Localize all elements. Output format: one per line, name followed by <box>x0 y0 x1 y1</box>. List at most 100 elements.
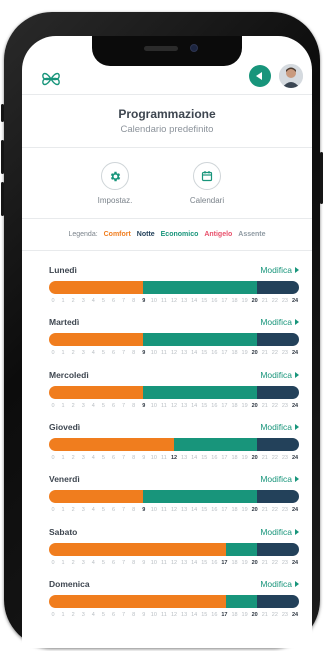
hour-tick: 12 <box>170 559 178 566</box>
schedule-bar[interactable] <box>49 490 299 504</box>
hour-tick: 18 <box>231 402 238 409</box>
day-name: Venerdì <box>49 474 80 485</box>
hour-tick: 24 <box>291 559 299 566</box>
hour-tick: 20 <box>251 559 258 566</box>
hour-tick: 17 <box>221 402 228 409</box>
hour-tick: 22 <box>271 402 278 409</box>
hour-tick: 0 <box>51 402 55 409</box>
hour-tick: 23 <box>281 350 288 357</box>
settings-action[interactable]: Impostaz. <box>75 162 155 205</box>
back-arrow-icon <box>256 72 262 80</box>
schedule-segment-comfort <box>49 490 143 504</box>
hour-tick: 21 <box>261 350 268 357</box>
hour-tick: 8 <box>132 298 136 304</box>
hour-tick: 11 <box>161 507 167 514</box>
day-row-header: Giovedì Modifica <box>49 422 299 434</box>
hour-tick: 20 <box>251 298 258 304</box>
schedule-bar[interactable] <box>49 333 299 347</box>
day-name: Domenica <box>49 578 90 589</box>
hour-tick: 23 <box>281 559 288 566</box>
schedule-bar[interactable] <box>49 437 299 451</box>
hour-tick: 10 <box>150 454 157 461</box>
hour-tick: 7 <box>122 350 126 357</box>
modify-link[interactable]: Modifica <box>260 317 299 327</box>
hour-tick: 1 <box>61 298 65 304</box>
hour-tick: 5 <box>101 350 105 357</box>
hour-tick: 19 <box>241 298 248 304</box>
hour-tick: 13 <box>181 350 188 357</box>
hour-tick: 15 <box>201 611 208 618</box>
hour-tick: 19 <box>241 350 248 357</box>
schedule-bar[interactable] <box>49 385 299 399</box>
schedule-segment-economico <box>226 542 258 556</box>
modify-link[interactable]: Modifica <box>260 265 299 275</box>
hour-tick: 4 <box>91 507 95 514</box>
hour-tick: 13 <box>181 507 188 514</box>
hour-tick: 10 <box>150 402 157 409</box>
hour-tick: 12 <box>170 454 178 461</box>
hour-tick: 10 <box>150 507 157 514</box>
modify-label: Modifica <box>260 317 292 328</box>
hour-tick: 3 <box>81 402 85 409</box>
hour-tick: 16 <box>211 507 218 514</box>
modify-link[interactable]: Modifica <box>260 370 299 380</box>
hour-tick: 14 <box>191 350 198 357</box>
hour-tick: 22 <box>271 559 278 566</box>
hour-tick: 22 <box>271 507 278 514</box>
hour-tick: 22 <box>271 350 278 357</box>
schedule-bar[interactable] <box>49 281 299 294</box>
front-camera <box>190 44 198 52</box>
actions-divider <box>22 218 312 219</box>
day-row: Lunedì Modifica 0 1 2 3 4 5 6 7 8 9 10 11 12 13 14 15 16 17… <box>49 265 299 306</box>
hour-tick: 3 <box>81 559 85 566</box>
hour-ticks: 0 1 2 3 4 5 6 7 8 9 10 11 12 13 14 15 16 17 18 19 20 21 22 23 24 <box>49 507 299 515</box>
hour-tick: 18 <box>231 559 238 566</box>
day-row-header: Venerdì Modifica <box>49 474 299 486</box>
back-button[interactable] <box>249 65 271 87</box>
hour-ticks: 0 1 2 3 4 5 6 7 8 9 10 11 12 13 14 15 16 17 18 19 20 21 22 23 24 <box>49 403 299 411</box>
speaker-grille <box>144 46 178 51</box>
calendars-action[interactable]: Calendari <box>167 162 247 205</box>
modify-label: Modifica <box>260 369 292 380</box>
mute-switch <box>1 104 4 122</box>
hour-tick: 1 <box>61 402 65 409</box>
hour-tick: 11 <box>161 402 167 409</box>
page-subtitle: Calendario predefinito <box>120 124 214 135</box>
volume-up-button <box>1 140 4 174</box>
settings-button[interactable] <box>101 162 129 190</box>
hour-tick: 16 <box>211 559 218 566</box>
day-name: Mercoledì <box>49 369 89 380</box>
hour-tick: 24 <box>291 402 299 409</box>
hour-tick: 19 <box>241 454 248 461</box>
hour-tick: 23 <box>281 454 288 461</box>
hour-tick: 12 <box>170 298 178 304</box>
hour-tick: 3 <box>81 611 85 618</box>
hour-tick: 12 <box>170 350 178 357</box>
schedule-bar[interactable] <box>49 594 299 608</box>
gear-icon <box>110 171 120 181</box>
day-row: Giovedì Modifica 0 1 2 3 4 5 6 7 8 9 10 11 12 13 14 15 16 1… <box>49 422 299 463</box>
modify-link[interactable]: Modifica <box>260 422 299 432</box>
hour-tick: 5 <box>101 611 105 618</box>
modify-link[interactable]: Modifica <box>260 527 299 537</box>
legend-item-antigelo: Antigelo <box>204 231 233 238</box>
hour-tick: 3 <box>81 507 85 514</box>
calendars-button[interactable] <box>193 162 221 190</box>
modify-link[interactable]: Modifica <box>260 579 299 589</box>
play-arrow-icon <box>295 528 299 535</box>
hour-tick: 11 <box>161 350 167 357</box>
avatar[interactable] <box>279 64 303 88</box>
hour-tick: 4 <box>91 454 95 461</box>
hour-tick: 23 <box>281 298 288 304</box>
play-arrow-icon <box>295 580 299 587</box>
hour-tick: 19 <box>241 611 248 618</box>
schedule-bar[interactable] <box>49 542 299 556</box>
hour-tick: 0 <box>51 350 55 357</box>
hour-tick: 4 <box>91 350 95 357</box>
modify-label: Modifica <box>260 578 292 589</box>
hour-tick: 21 <box>261 454 268 461</box>
hour-ticks: 0 1 2 3 4 5 6 7 8 9 10 11 12 13 14 15 16 17 18 19 20 21 22 23 24 <box>49 560 299 568</box>
modify-link[interactable]: Modifica <box>260 474 299 484</box>
app-logo-icon <box>40 68 62 90</box>
hour-tick: 16 <box>211 454 218 461</box>
